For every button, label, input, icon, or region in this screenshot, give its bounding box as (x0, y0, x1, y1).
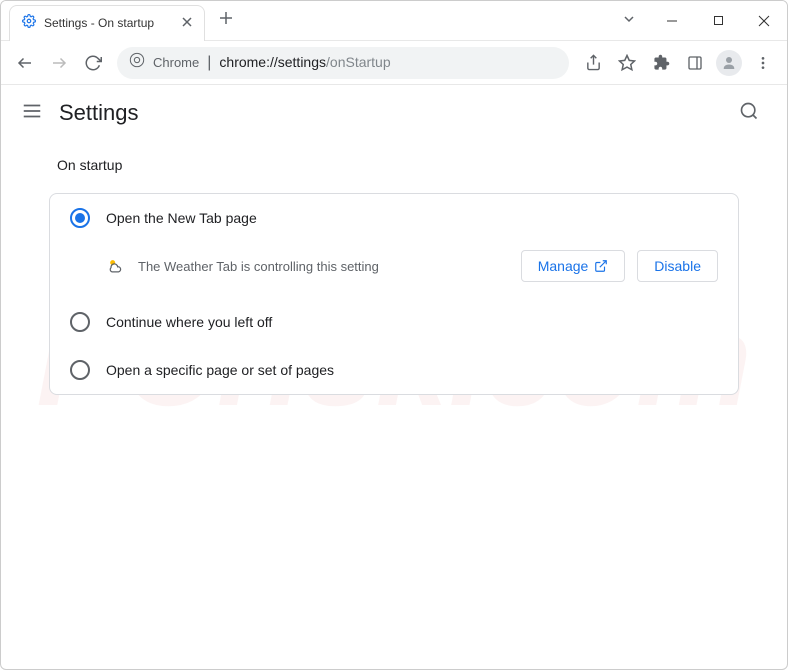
radio-unselected[interactable] (70, 312, 90, 332)
chrome-logo-icon (129, 52, 145, 73)
external-link-icon (594, 259, 608, 273)
chevron-down-icon[interactable] (617, 6, 641, 36)
toolbar: Chrome | chrome://settings/onStartup (1, 41, 787, 85)
maximize-button[interactable] (695, 1, 741, 41)
hamburger-menu-icon[interactable] (21, 100, 43, 127)
extension-notice-text: The Weather Tab is controlling this sett… (138, 259, 509, 274)
radio-selected[interactable] (70, 208, 90, 228)
content-area: On startup Open the New Tab page The Wea… (1, 141, 787, 411)
tab-title: Settings - On startup (44, 16, 154, 30)
url-rest: /onStartup (326, 54, 391, 70)
close-tab-icon[interactable] (182, 14, 192, 32)
option-label: Open a specific page or set of pages (106, 362, 334, 378)
url-strong: chrome://settings (219, 54, 326, 70)
radio-unselected[interactable] (70, 360, 90, 380)
disable-label: Disable (654, 258, 701, 274)
forward-button[interactable] (43, 47, 75, 79)
extension-control-notice: The Weather Tab is controlling this sett… (50, 242, 738, 298)
share-icon[interactable] (577, 47, 609, 79)
disable-button[interactable]: Disable (637, 250, 718, 282)
page-title: Settings (59, 100, 139, 126)
close-window-button[interactable] (741, 1, 787, 41)
sidepanel-icon[interactable] (679, 47, 711, 79)
address-divider: | (207, 54, 211, 72)
option-specific-pages[interactable]: Open a specific page or set of pages (50, 346, 738, 394)
kebab-menu-icon[interactable] (747, 47, 779, 79)
profile-avatar[interactable] (713, 47, 745, 79)
option-label: Open the New Tab page (106, 210, 257, 226)
address-chip: Chrome (153, 55, 199, 70)
extensions-icon[interactable] (645, 47, 677, 79)
settings-header: Settings (1, 85, 787, 141)
manage-button[interactable]: Manage (521, 250, 626, 282)
gear-icon (22, 14, 36, 33)
browser-tab[interactable]: Settings - On startup (9, 5, 205, 41)
back-button[interactable] (9, 47, 41, 79)
on-startup-card: Open the New Tab page The Weather Tab is… (49, 193, 739, 395)
option-continue[interactable]: Continue where you left off (50, 298, 738, 346)
manage-label: Manage (538, 258, 589, 274)
weather-extension-icon (106, 256, 126, 276)
new-tab-button[interactable] (213, 5, 239, 36)
section-title: On startup (57, 157, 739, 173)
address-bar[interactable]: Chrome | chrome://settings/onStartup (117, 47, 569, 79)
option-label: Continue where you left off (106, 314, 272, 330)
bookmark-star-icon[interactable] (611, 47, 643, 79)
option-new-tab-page[interactable]: Open the New Tab page (50, 194, 738, 242)
search-icon[interactable] (731, 93, 767, 134)
minimize-button[interactable] (649, 1, 695, 41)
reload-button[interactable] (77, 47, 109, 79)
titlebar: Settings - On startup (1, 1, 787, 41)
